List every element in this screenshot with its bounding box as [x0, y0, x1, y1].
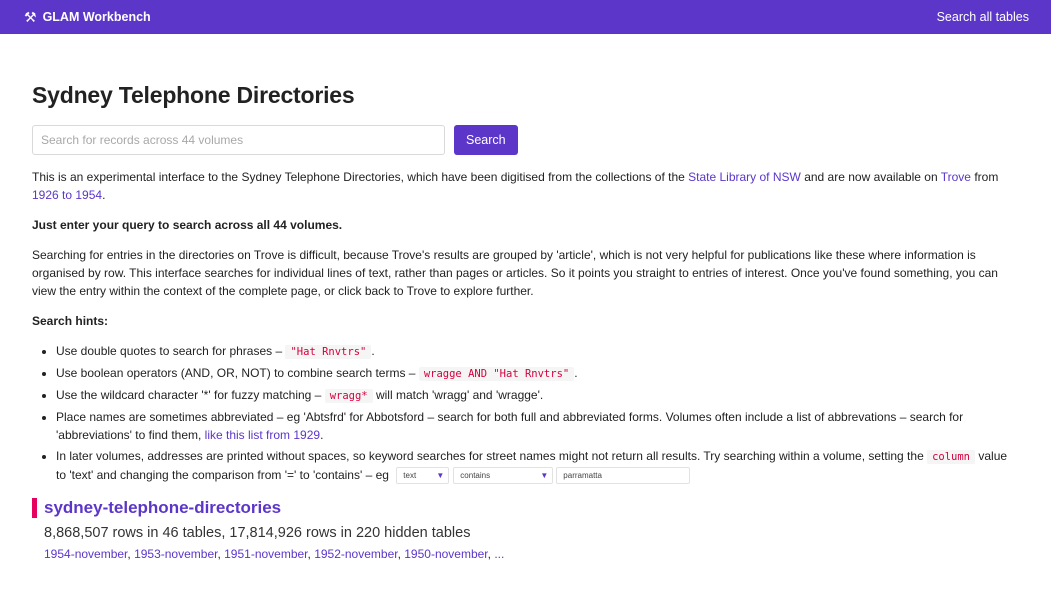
example-column-select[interactable]: text ▼	[396, 467, 450, 485]
hint-code: wragge AND "Hat Rnvtrs"	[418, 367, 575, 381]
search-all-tables-link[interactable]: Search all tables	[937, 10, 1029, 24]
hint-text: In later volumes, addresses are printed …	[56, 449, 928, 463]
query-instruction: Just enter your query to search across a…	[32, 218, 343, 232]
intro-text: from	[970, 170, 999, 184]
hint-text: .	[574, 366, 578, 380]
example-comparison-value: contains	[460, 470, 491, 480]
intro-text: .	[102, 188, 106, 202]
hint-text: will match 'wragg' and 'wragge'.	[372, 388, 544, 402]
hint-text: Use the wildcard character '*' for fuzzy…	[56, 388, 325, 402]
example-column-value: text	[403, 470, 417, 480]
hint-code: "Hat Rnvtrs"	[285, 345, 372, 359]
example-comparison-select[interactable]: contains ▼	[453, 467, 554, 485]
chevron-down-icon: ▼	[540, 470, 549, 480]
table-link[interactable]: 1954-november	[44, 547, 127, 561]
search-input[interactable]	[32, 125, 445, 155]
hint-text: Use boolean operators (AND, OR, NOT) to …	[56, 366, 419, 380]
main-content: Sydney Telephone Directories Search This…	[0, 82, 1051, 562]
database-row-counts: 8,868,507 rows in 46 tables, 17,814,926 …	[44, 525, 471, 542]
hint-item: Use boolean operators (AND, OR, NOT) to …	[56, 364, 1019, 383]
table-link[interactable]: 1953-november	[134, 547, 217, 561]
database-title-link[interactable]: sydney-telephone-directories	[44, 498, 1019, 518]
tools-icon: ⚒	[24, 9, 37, 25]
brand-link[interactable]: ⚒ GLAM Workbench	[24, 10, 151, 24]
hint-code: wragg*	[324, 389, 373, 403]
intro-text: This is an experimental interface to the…	[32, 170, 689, 184]
hint-text: .	[371, 344, 375, 358]
state-library-link[interactable]: State Library of NSW	[688, 170, 801, 184]
table-link[interactable]: 1951-november	[224, 547, 307, 561]
search-button[interactable]: Search	[454, 125, 518, 155]
hint-item: In later volumes, addresses are printed …	[56, 447, 1019, 485]
hint-text: Place names are sometimes abbreviated – …	[56, 410, 964, 442]
date-range-link[interactable]: 1926 to 1954	[32, 188, 102, 202]
hint-text: .	[320, 428, 324, 442]
hint-text: Use double quotes to search for phrases …	[56, 344, 286, 358]
abbreviations-1929-link[interactable]: like this list from 1929	[205, 428, 320, 442]
top-navbar: ⚒ GLAM Workbench Search all tables	[0, 0, 1051, 34]
trove-link[interactable]: Trove	[941, 170, 971, 184]
table-link[interactable]: 1952-november	[314, 547, 397, 561]
intro-text: and are now available on	[800, 170, 941, 184]
more-tables-link[interactable]: ...	[494, 547, 504, 561]
table-link[interactable]: 1950-november	[404, 547, 487, 561]
hint-item: Place names are sometimes abbreviated – …	[56, 408, 1019, 444]
example-value-input[interactable]: parramatta	[556, 467, 691, 485]
search-hints-title: Search hints:	[32, 314, 109, 328]
page-title: Sydney Telephone Directories	[32, 82, 355, 108]
hint-item: Use the wildcard character '*' for fuzzy…	[56, 386, 1019, 405]
database-section: sydney-telephone-directories	[32, 498, 1019, 519]
database-table-list: 1954-november, 1953-november, 1951-novem…	[44, 547, 505, 562]
search-explanation: Searching for entries in the directories…	[32, 248, 998, 298]
hint-item: Use double quotes to search for phrases …	[56, 342, 1019, 361]
chevron-down-icon: ▼	[436, 470, 445, 480]
hint-code: column	[927, 450, 976, 464]
search-form: Search	[32, 125, 1019, 155]
brand-label: GLAM Workbench	[42, 10, 151, 24]
intro-paragraph: This is an experimental interface to the…	[32, 168, 1019, 204]
search-hints-list: Use double quotes to search for phrases …	[32, 342, 1019, 485]
